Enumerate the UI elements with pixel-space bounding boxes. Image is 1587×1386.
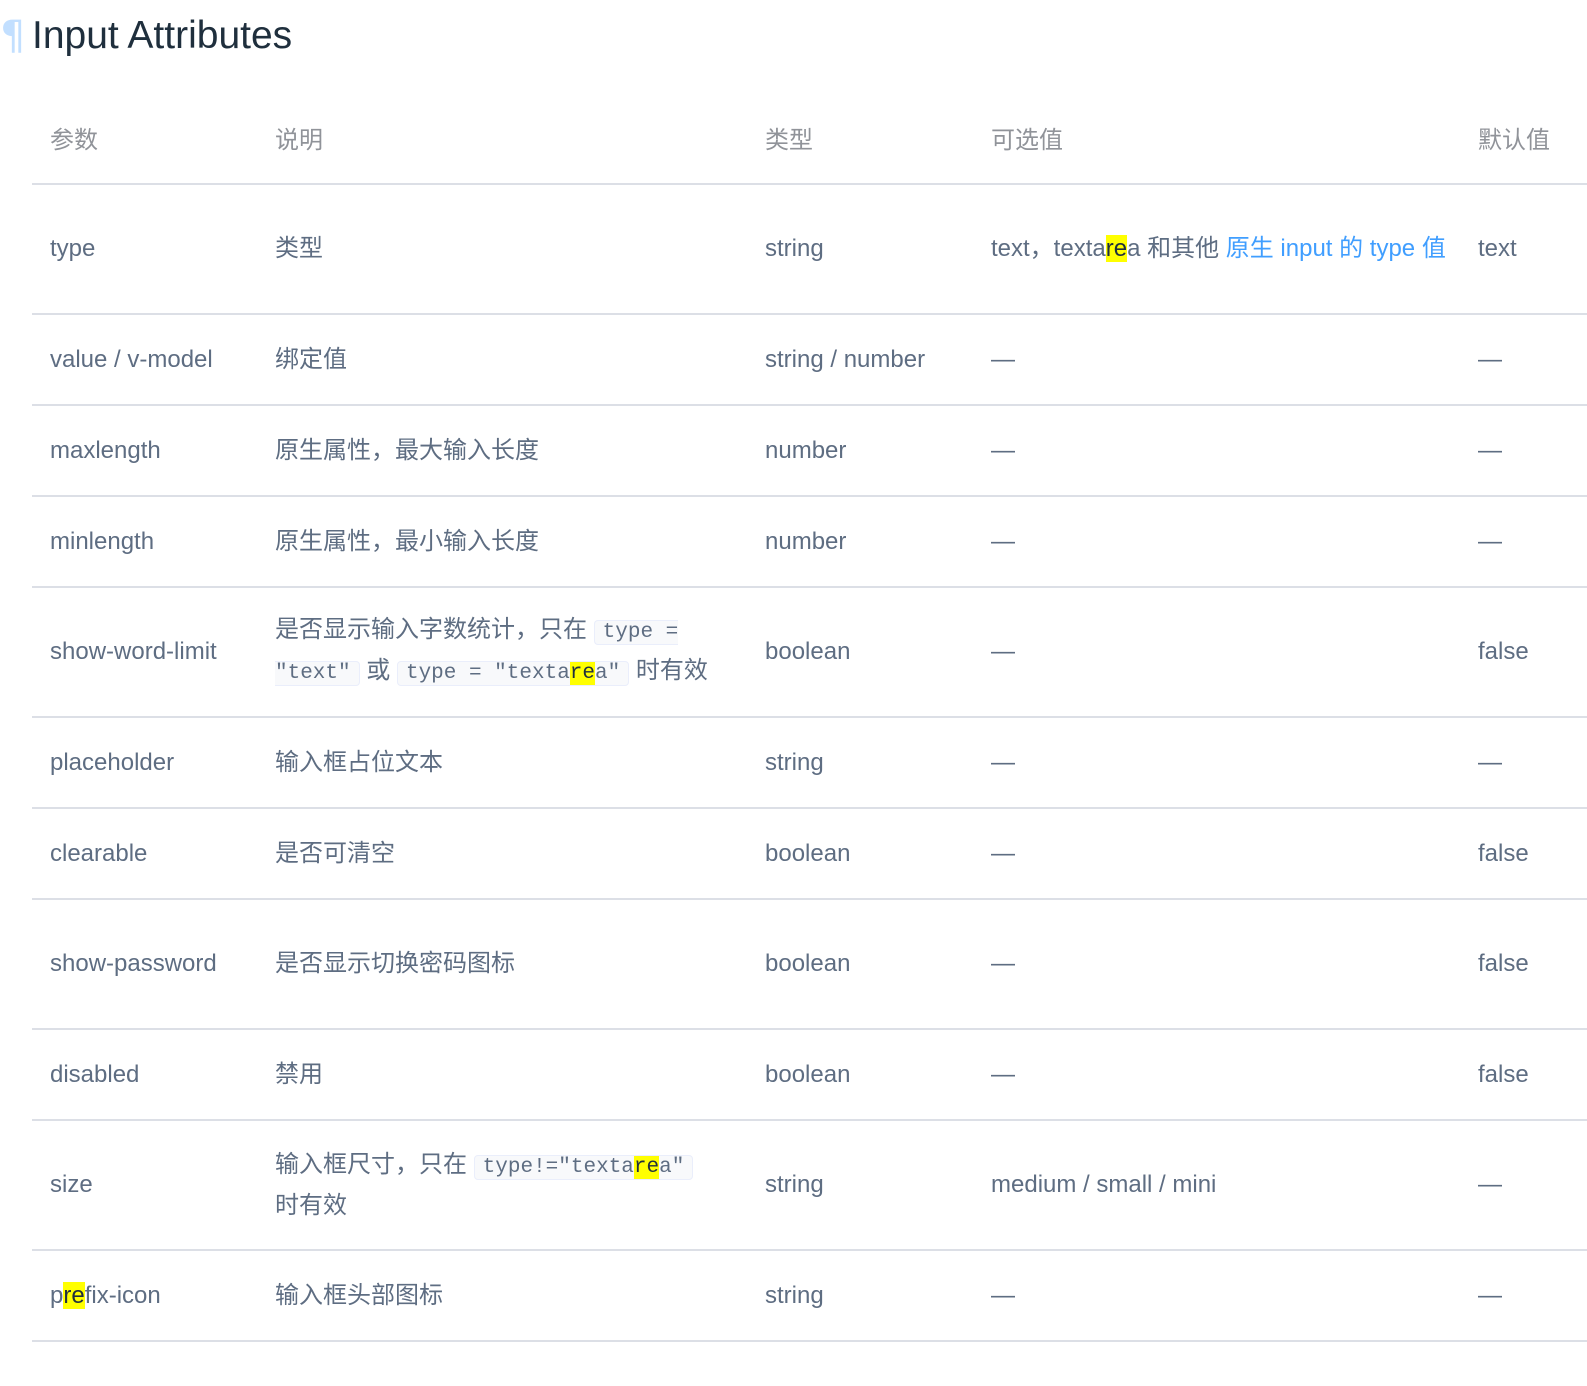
cell-default: — (1460, 496, 1587, 588)
table-header-row: 参数 说明 类型 可选值 默认值 (32, 92, 1587, 185)
cell-description: 输入框占位文本 (257, 717, 747, 809)
cell-type: boolean (747, 899, 973, 1030)
code-text: a″ (659, 1155, 685, 1179)
cell-type: string (747, 717, 973, 809)
cell-default: — (1460, 1120, 1587, 1251)
table-row: value / v-model 绑定值 string / number — — (32, 314, 1587, 406)
cell-description: 原生属性，最大输入长度 (257, 405, 747, 497)
cell-param: show-word-limit (32, 587, 257, 718)
table-row: type 类型 string text，textarea 和其他 原生 inpu… (32, 184, 1587, 315)
table-row: minlength 原生属性，最小输入长度 number — — (32, 496, 1587, 588)
section-heading: ¶ Input Attributes (0, 10, 292, 62)
cell-default: false (1460, 1029, 1587, 1121)
cell-description: 是否可清空 (257, 808, 747, 900)
section-title: Input Attributes (32, 14, 293, 57)
header-options: 可选值 (973, 92, 1460, 185)
cell-description: 类型 (257, 184, 747, 315)
cell-param: prefix-icon (32, 1250, 257, 1342)
cell-default: — (1460, 717, 1587, 809)
cell-options: — (973, 808, 1460, 900)
native-input-type-link[interactable]: 原生 input 的 type 值 (1226, 235, 1446, 262)
paragraph-anchor-icon[interactable]: ¶ (0, 16, 25, 56)
header-param: 参数 (32, 92, 257, 185)
cell-type: string (747, 1120, 973, 1251)
table-row: disabled 禁用 boolean — false (32, 1029, 1587, 1121)
options-text: a 和其他 (1127, 235, 1220, 262)
description-text: 时有效 (635, 657, 708, 684)
cell-param: disabled (32, 1029, 257, 1121)
cell-options: — (973, 405, 1460, 497)
cell-options: medium / small / mini (973, 1120, 1460, 1251)
header-type: 类型 (747, 92, 973, 185)
cell-param: value / v-model (32, 314, 257, 406)
cell-type: number (747, 496, 973, 588)
cell-param: type (32, 184, 257, 315)
cell-default: false (1460, 587, 1587, 718)
cell-type: boolean (747, 1029, 973, 1121)
cell-description: 是否显示输入字数统计，只在 type = ″text″ 或 type = ″te… (257, 587, 747, 718)
description-text: 输入框尺寸，只在 (275, 1150, 467, 1178)
cell-type: string (747, 1250, 973, 1342)
cell-default: text (1460, 184, 1587, 315)
table-row: show-password 是否显示切换密码图标 boolean — false (32, 899, 1587, 1030)
description-text: 是否显示输入字数统计，只在 (275, 616, 587, 643)
attributes-table: 参数 说明 类型 可选值 默认值 type 类型 string text，tex… (32, 92, 1587, 1342)
header-default: 默认值 (1460, 92, 1587, 185)
cell-type: boolean (747, 808, 973, 900)
description-text: 时有效 (275, 1191, 347, 1219)
cell-param: clearable (32, 808, 257, 900)
search-highlight: re (633, 1155, 660, 1179)
cell-default: — (1460, 314, 1587, 406)
cell-description: 是否显示切换密码图标 (257, 899, 747, 1030)
cell-description: 绑定值 (257, 314, 747, 406)
search-highlight: re (1105, 235, 1128, 262)
cell-options: — (973, 1250, 1460, 1342)
cell-type: string / number (747, 314, 973, 406)
cell-type: number (747, 405, 973, 497)
header-description: 说明 (257, 92, 747, 185)
description-text: 或 (366, 657, 391, 684)
inline-code: type!=″textarea″ (473, 1154, 694, 1180)
cell-options: — (973, 314, 1460, 406)
cell-param: minlength (32, 496, 257, 588)
cell-options: — (973, 1029, 1460, 1121)
cell-type: boolean (747, 587, 973, 718)
table-row: maxlength 原生属性，最大输入长度 number — — (32, 405, 1587, 497)
search-highlight: re (569, 662, 596, 685)
cell-options: — (973, 496, 1460, 588)
cell-description: 原生属性，最小输入长度 (257, 496, 747, 588)
cell-param: size (32, 1120, 257, 1251)
code-text: type!=″texta (482, 1155, 634, 1179)
cell-options: — (973, 587, 1460, 718)
cell-description: 输入框尺寸，只在 type!=″textarea″ 时有效 (257, 1120, 747, 1251)
table-row: clearable 是否可清空 boolean — false (32, 808, 1587, 900)
table-row: size 输入框尺寸，只在 type!=″textarea″ 时有效 strin… (32, 1120, 1587, 1251)
table-row: placeholder 输入框占位文本 string — — (32, 717, 1587, 809)
cell-default: false (1460, 808, 1587, 900)
cell-default: — (1460, 405, 1587, 497)
options-text: text，texta (991, 235, 1106, 262)
param-text: fix-icon (84, 1281, 161, 1309)
cell-param: placeholder (32, 717, 257, 809)
code-text: a″ (595, 662, 621, 685)
inline-code: type = ″textarea″ (396, 661, 630, 686)
cell-param: maxlength (32, 405, 257, 497)
search-highlight: re (63, 1281, 85, 1309)
cell-param: show-password (32, 899, 257, 1030)
cell-type: string (747, 184, 973, 315)
cell-default: — (1460, 1250, 1587, 1342)
cell-options: — (973, 717, 1460, 809)
table-row: prefix-icon 输入框头部图标 string — — (32, 1250, 1587, 1342)
cell-options: — (973, 899, 1460, 1030)
table-row: show-word-limit 是否显示输入字数统计，只在 type = ″te… (32, 587, 1587, 718)
cell-options: text，textarea 和其他 原生 input 的 type 值 (973, 184, 1460, 315)
cell-description: 禁用 (257, 1029, 747, 1121)
cell-description: 输入框头部图标 (257, 1250, 747, 1342)
code-text: type = ″texta (405, 662, 570, 685)
param-text: p (50, 1281, 64, 1309)
cell-default: false (1460, 899, 1587, 1030)
